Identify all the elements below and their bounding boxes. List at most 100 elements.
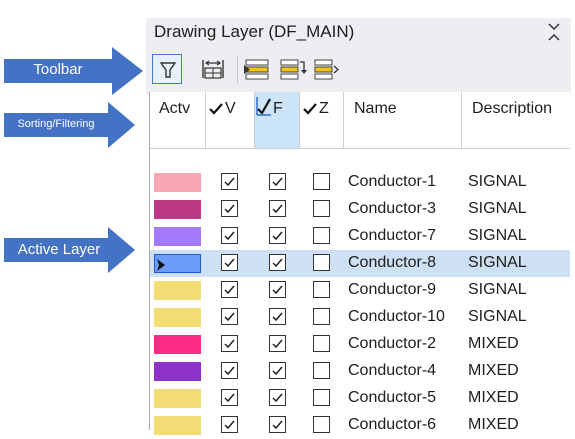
layer-name: Conductor-3 [348, 200, 437, 217]
layer-forward-icon [314, 59, 339, 80]
layer-description: SIGNAL [468, 254, 527, 271]
layer-color-swatch[interactable] [154, 173, 201, 192]
layer-color-swatch[interactable] [154, 416, 201, 435]
layer-color-swatch[interactable] [154, 227, 201, 246]
filter-checkbox[interactable] [269, 200, 286, 217]
z-checkbox[interactable] [313, 389, 330, 406]
active-cell[interactable] [150, 169, 206, 196]
z-checkbox[interactable] [313, 308, 330, 325]
layer-forward-button[interactable] [312, 54, 342, 84]
column-header-z[interactable]: Z [300, 92, 344, 149]
z-checkbox[interactable] [313, 254, 330, 271]
layer-description: MIXED [468, 362, 519, 379]
filter-checkbox[interactable] [269, 173, 286, 190]
pin-close-icon[interactable] [545, 20, 563, 44]
column-header-f[interactable]: F [255, 92, 300, 149]
filter-checkbox[interactable] [269, 362, 286, 379]
panel-title: Drawing Layer (DF_MAIN) [154, 22, 355, 41]
layer-name: Conductor-9 [348, 281, 437, 298]
active-layer-callout: Active Layer [4, 226, 136, 274]
layer-swap-button[interactable] [278, 54, 308, 84]
layer-color-swatch[interactable] [154, 200, 201, 219]
column-header-v[interactable]: V [206, 92, 255, 149]
check-icon [209, 103, 223, 115]
toolbar-callout-label: Toolbar [33, 61, 83, 78]
column-header-actv-label: Actv [159, 100, 191, 117]
visible-checkbox[interactable] [221, 227, 238, 244]
visible-checkbox[interactable] [221, 200, 238, 217]
z-checkbox[interactable] [313, 416, 330, 433]
active-cell[interactable] [150, 385, 206, 412]
layer-row-active[interactable]: Conductor-8 SIGNAL [150, 250, 570, 277]
column-header-description[interactable]: Description [462, 92, 570, 149]
visible-checkbox[interactable] [221, 389, 238, 406]
toolbar-callout: Toolbar [4, 46, 144, 96]
visible-checkbox[interactable] [221, 281, 238, 298]
drawing-layer-panel: Drawing Layer (DF_MAIN) Actv V F Z Name … [146, 18, 571, 435]
z-checkbox[interactable] [313, 173, 330, 190]
column-header-name-label: Name [354, 100, 397, 117]
layer-color-swatch[interactable] [154, 362, 201, 381]
toolbar-separator [237, 56, 238, 84]
layer-row[interactable]: Conductor-2 MIXED [150, 331, 570, 358]
z-checkbox[interactable] [313, 200, 330, 217]
layer-description: MIXED [468, 416, 519, 433]
filter-checkbox[interactable] [269, 416, 286, 433]
active-cell[interactable] [150, 277, 206, 304]
visible-checkbox[interactable] [221, 308, 238, 325]
filter-checkbox[interactable] [269, 254, 286, 271]
layer-color-swatch[interactable] [154, 335, 201, 354]
column-header-actv[interactable]: Actv [150, 92, 206, 149]
visible-checkbox[interactable] [221, 254, 238, 271]
filter-checkbox[interactable] [269, 227, 286, 244]
layer-description: SIGNAL [468, 281, 527, 298]
active-cell[interactable] [150, 196, 206, 223]
filter-icon [159, 62, 177, 78]
active-cell[interactable] [150, 304, 206, 331]
layer-stack-button[interactable] [242, 54, 272, 84]
column-width-icon [202, 60, 224, 79]
layer-name: Conductor-5 [348, 389, 437, 406]
active-cell[interactable] [150, 358, 206, 385]
layer-row[interactable]: Conductor-5 MIXED [150, 385, 570, 412]
layer-description: SIGNAL [468, 200, 527, 217]
filter-button[interactable] [152, 54, 182, 84]
layer-row[interactable]: Conductor-9 SIGNAL [150, 277, 570, 304]
layer-color-swatch[interactable] [154, 389, 201, 408]
layer-description: SIGNAL [468, 173, 527, 190]
filter-checkbox[interactable] [269, 281, 286, 298]
visible-checkbox[interactable] [221, 362, 238, 379]
z-checkbox[interactable] [313, 227, 330, 244]
layer-color-swatch[interactable] [154, 308, 201, 327]
active-cell[interactable] [150, 250, 206, 277]
visible-checkbox[interactable] [221, 173, 238, 190]
column-header-z-label: Z [319, 100, 329, 117]
z-checkbox[interactable] [313, 281, 330, 298]
active-layer-callout-label: Active Layer [17, 241, 101, 258]
layer-name: Conductor-2 [348, 335, 437, 352]
filter-checkbox[interactable] [269, 389, 286, 406]
column-header-name[interactable]: Name [344, 92, 462, 149]
filter-checkbox[interactable] [269, 335, 286, 352]
active-cell[interactable] [150, 412, 206, 439]
visible-checkbox[interactable] [221, 335, 238, 352]
active-cell[interactable] [150, 223, 206, 250]
visible-checkbox[interactable] [221, 416, 238, 433]
filter-checkbox[interactable] [269, 308, 286, 325]
z-checkbox[interactable] [313, 362, 330, 379]
layer-row[interactable]: Conductor-10 SIGNAL [150, 304, 570, 331]
column-header-v-label: V [225, 100, 236, 117]
layer-description: MIXED [468, 335, 519, 352]
column-width-button[interactable] [198, 54, 228, 84]
layer-color-swatch[interactable] [154, 281, 201, 300]
layer-row[interactable]: Conductor-6 MIXED [150, 412, 570, 439]
layer-row[interactable]: Conductor-1 SIGNAL [150, 169, 570, 196]
active-cell[interactable] [150, 331, 206, 358]
z-checkbox[interactable] [313, 335, 330, 352]
check-icon [256, 97, 271, 116]
layer-row[interactable]: Conductor-7 SIGNAL [150, 223, 570, 250]
layer-row[interactable]: Conductor-4 MIXED [150, 358, 570, 385]
layer-name: Conductor-7 [348, 227, 437, 244]
layer-color-swatch[interactable] [154, 254, 201, 273]
layer-row[interactable]: Conductor-3 SIGNAL [150, 196, 570, 223]
